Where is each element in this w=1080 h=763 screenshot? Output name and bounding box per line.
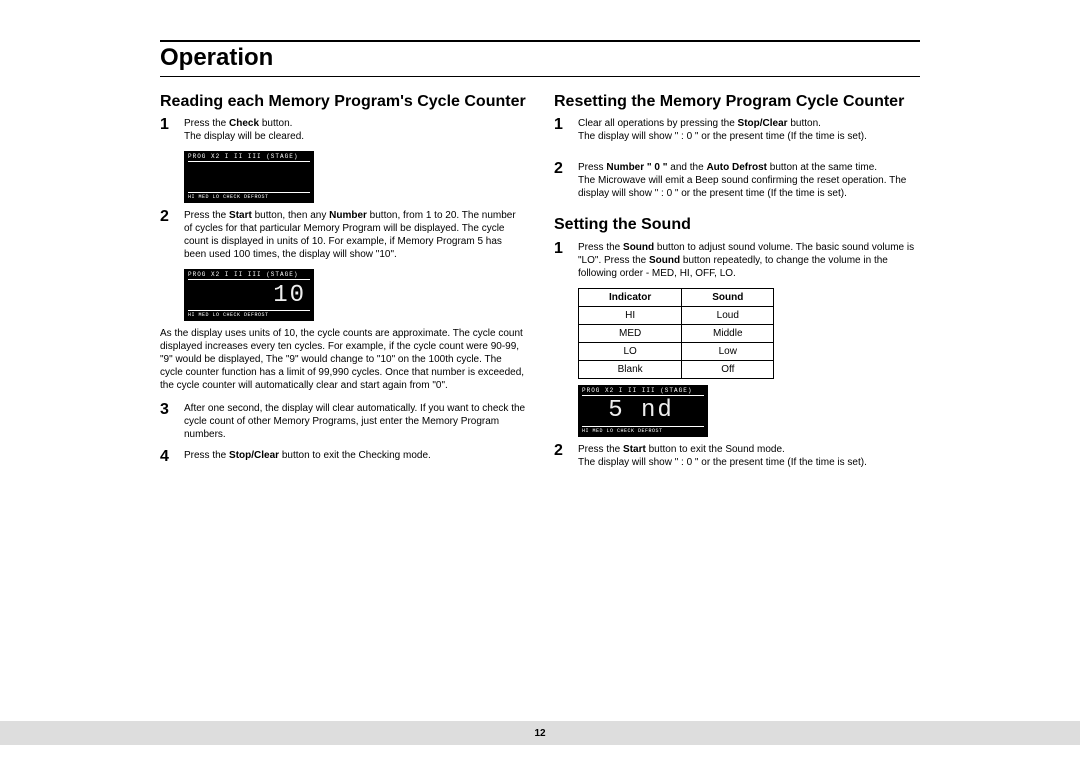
sound-step-1: 1 Press the Sound button to adjust sound… (554, 241, 920, 280)
step-text: Press the Start button to exit the Sound… (578, 443, 920, 469)
right-column: Resetting the Memory Program Cycle Count… (554, 87, 920, 477)
page-title: Operation (160, 44, 920, 72)
bold-text: Sound (649, 255, 680, 266)
display-digits: 10 (188, 280, 310, 310)
text: Press the (184, 118, 229, 129)
display-digits (188, 162, 310, 192)
text: button at the same time. (767, 162, 877, 173)
top-rule (160, 40, 920, 42)
step-number: 2 (160, 209, 174, 225)
manual-page: Operation Reading each Memory Program's … (0, 0, 1080, 763)
table-cell: HI (579, 306, 682, 324)
display-bottom-labels: HI MED LO CHECK DEFROST (582, 428, 704, 434)
text: Clear all operations by pressing the (578, 118, 738, 129)
right-heading-2: Setting the Sound (554, 216, 920, 234)
step-text: After one second, the display will clear… (184, 402, 526, 441)
step-number: 2 (554, 443, 568, 459)
left-heading: Reading each Memory Program's Cycle Coun… (160, 93, 526, 111)
bold-text: Number (329, 210, 367, 221)
step-text: Press the Start button, then any Number … (184, 209, 526, 261)
left-step-2: 2 Press the Start button, then any Numbe… (160, 209, 526, 261)
table-cell: LO (579, 342, 682, 360)
table-row: LOLow (579, 342, 774, 360)
text: and the (668, 162, 707, 173)
text: button to exit the Sound mode. (646, 444, 785, 455)
text: Press the (578, 444, 623, 455)
bold-text: Check (229, 118, 259, 129)
sound-table: Indicator Sound HILoud MEDMiddle LOLow B… (578, 288, 774, 379)
text: The display will be cleared. (184, 131, 304, 142)
text: Press (578, 162, 606, 173)
display-top-labels: PROG X2 I II III (STAGE) (188, 271, 310, 278)
table-row: HILoud (579, 306, 774, 324)
text: button, then any (252, 210, 329, 221)
display-bottom-labels: HI MED LO CHECK DEFROST (188, 194, 310, 200)
bold-text: Number " 0 " (606, 162, 667, 173)
step-number: 3 (160, 402, 174, 418)
step-number: 1 (554, 241, 568, 257)
bold-text: Start (229, 210, 252, 221)
bold-text: Start (623, 444, 646, 455)
step-number: 1 (554, 117, 568, 133)
table-header: Indicator (579, 288, 682, 306)
table-cell: MED (579, 324, 682, 342)
bold-text: Stop/Clear (229, 450, 279, 461)
left-step-4: 4 Press the Stop/Clear button to exit th… (160, 449, 526, 465)
sound-step-2: 2 Press the Start button to exit the Sou… (554, 443, 920, 469)
microwave-display-1: PROG X2 I II III (STAGE) HI MED LO CHECK… (184, 151, 314, 203)
text: The Microwave will emit a Beep sound con… (578, 175, 906, 199)
text: button. (788, 118, 821, 129)
right-heading-1: Resetting the Memory Program Cycle Count… (554, 93, 920, 111)
table-cell: Middle (682, 324, 774, 342)
two-columns: Reading each Memory Program's Cycle Coun… (160, 87, 920, 477)
text: Press the (184, 210, 229, 221)
text: The display will show " : 0 " or the pre… (578, 131, 867, 142)
display-top-labels: PROG X2 I II III (STAGE) (188, 153, 310, 160)
step-text: Press the Sound button to adjust sound v… (578, 241, 920, 280)
left-step-3: 3 After one second, the display will cle… (160, 402, 526, 441)
text: Press the (184, 450, 229, 461)
text: Press the (578, 242, 623, 253)
step-text: Clear all operations by pressing the Sto… (578, 117, 920, 143)
left-paragraph: As the display uses units of 10, the cyc… (160, 327, 526, 392)
table-row: BlankOff (579, 360, 774, 378)
table-cell: Blank (579, 360, 682, 378)
left-step-1: 1 Press the Check button. The display wi… (160, 117, 526, 143)
step-text: Press Number " 0 " and the Auto Defrost … (578, 161, 920, 200)
right-step-2: 2 Press Number " 0 " and the Auto Defros… (554, 161, 920, 200)
bold-text: Sound (623, 242, 654, 253)
bold-text: Auto Defrost (706, 162, 767, 173)
step-text: Press the Stop/Clear button to exit the … (184, 449, 526, 462)
step-number: 4 (160, 449, 174, 465)
microwave-display-3: PROG X2 I II III (STAGE) 5 nd HI MED LO … (578, 385, 708, 437)
text: button. (259, 118, 292, 129)
display-top-labels: PROG X2 I II III (STAGE) (582, 387, 704, 394)
step-number: 2 (554, 161, 568, 177)
table-row: MEDMiddle (579, 324, 774, 342)
table-cell: Off (682, 360, 774, 378)
page-number: 12 (534, 728, 545, 739)
text: button to exit the Checking mode. (279, 450, 431, 461)
page-footer: 12 (0, 721, 1080, 745)
left-column: Reading each Memory Program's Cycle Coun… (160, 87, 526, 477)
display-bottom-labels: HI MED LO CHECK DEFROST (188, 312, 310, 318)
text: The display will show " : 0 " or the pre… (578, 457, 867, 468)
title-underline (160, 76, 920, 77)
step-text: Press the Check button. The display will… (184, 117, 526, 143)
microwave-display-2: PROG X2 I II III (STAGE) 10 HI MED LO CH… (184, 269, 314, 321)
table-cell: Loud (682, 306, 774, 324)
table-header: Sound (682, 288, 774, 306)
table-cell: Low (682, 342, 774, 360)
step-number: 1 (160, 117, 174, 133)
bold-text: Stop/Clear (738, 118, 788, 129)
right-step-1: 1 Clear all operations by pressing the S… (554, 117, 920, 143)
display-digits: 5 nd (582, 396, 704, 426)
